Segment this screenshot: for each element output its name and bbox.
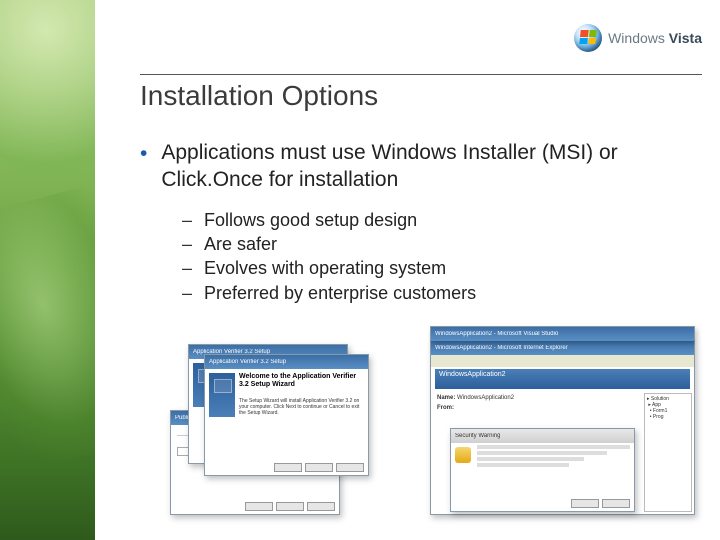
vista-side-graphic	[0, 0, 95, 540]
label-from: From:	[437, 405, 454, 411]
sub-bullet: – Are safer	[182, 232, 690, 256]
screenshot-thumbnails: Publish Wizard Application Verifier 3.2 …	[170, 340, 700, 520]
sub-bullet-text: Follows good setup design	[204, 208, 417, 232]
dash-icon: –	[182, 232, 192, 256]
label-name: Name:	[437, 395, 455, 401]
thumb-titlebar-text: Security Warning	[455, 433, 500, 439]
solution-explorer-tree: ▸ Solution ▸ App • Form1 • Prog	[644, 393, 692, 512]
wizard-side-graphic-icon	[209, 373, 235, 417]
sub-bullet-list: – Follows good setup design – Are safer …	[182, 208, 690, 305]
value-name: WindowsApplication2	[457, 395, 514, 401]
thumb-security-warning: Security Warning	[450, 428, 635, 512]
sub-bullet: – Follows good setup design	[182, 208, 690, 232]
shield-icon	[455, 447, 471, 463]
windows-orb-icon	[574, 24, 602, 52]
thumb-titlebar-text: Application Verifier 3.2 Setup	[209, 359, 286, 365]
brand-lockup: Windows Vista	[574, 24, 702, 52]
bullet-text: Applications must use Windows Installer …	[161, 140, 690, 194]
wizard-heading: Welcome to the Application Verifier 3.2 …	[239, 373, 364, 388]
sub-bullet: – Preferred by enterprise customers	[182, 281, 690, 305]
slide-title: Installation Options	[140, 80, 378, 112]
brand-name-bold: Vista	[669, 30, 702, 46]
wizard-body-text: The Setup Wizard will install Applicatio…	[239, 399, 364, 416]
bullet-level-1: • Applications must use Windows Installe…	[140, 140, 690, 194]
thumb-titlebar-text: WindowsApplication2 - Microsoft Visual S…	[435, 331, 558, 337]
brand-text: Windows Vista	[608, 30, 702, 46]
dash-icon: –	[182, 208, 192, 232]
clickonce-banner: WindowsApplication2	[435, 369, 690, 389]
dash-icon: –	[182, 256, 192, 280]
thumb-titlebar-text: WindowsApplication2 - Microsoft Internet…	[435, 345, 568, 351]
sub-bullet-text: Are safer	[204, 232, 277, 256]
title-rule	[140, 74, 702, 75]
thumb-vs-titlebar: WindowsApplication2 - Microsoft Visual S…	[430, 326, 695, 340]
sub-bullet-text: Evolves with operating system	[204, 256, 446, 280]
ie-toolbar	[431, 355, 694, 367]
sub-bullet: – Evolves with operating system	[182, 256, 690, 280]
sub-bullet-text: Preferred by enterprise customers	[204, 281, 476, 305]
bullet-dot-icon: •	[140, 140, 147, 194]
thumb-msi-wizard: Application Verifier 3.2 Setup Welcome t…	[204, 354, 369, 476]
brand-name-thin: Windows	[608, 30, 665, 46]
dash-icon: –	[182, 281, 192, 305]
slide-body: • Applications must use Windows Installe…	[140, 140, 690, 305]
clickonce-app-name: WindowsApplication2	[439, 371, 506, 378]
